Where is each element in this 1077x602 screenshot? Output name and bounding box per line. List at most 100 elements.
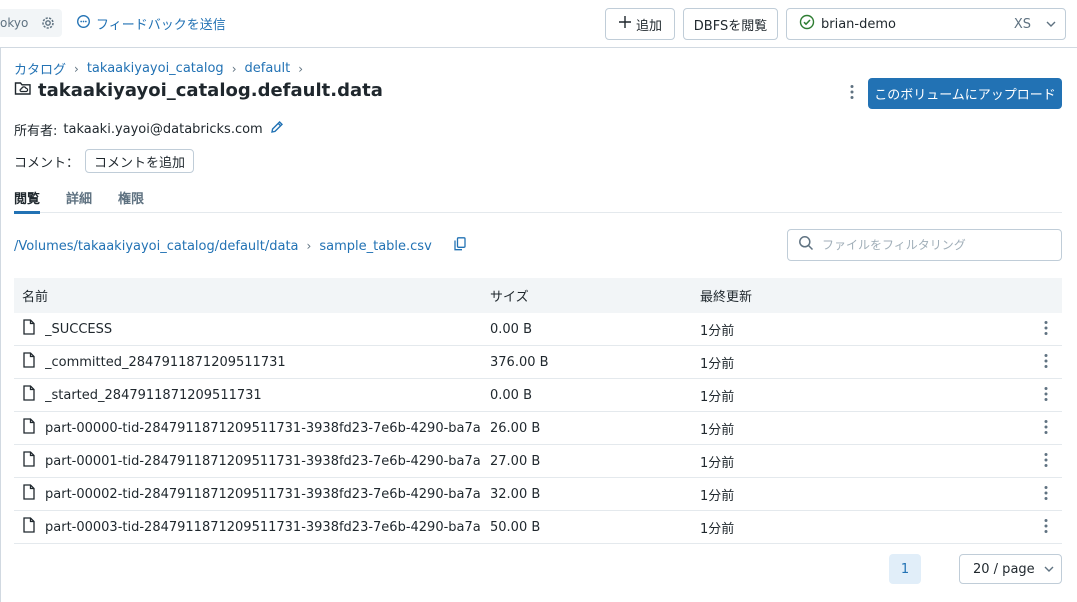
gear-icon[interactable] (40, 15, 56, 31)
add-label: 追加 (635, 18, 662, 34)
tab-permissions[interactable]: 権限 (118, 188, 144, 213)
row-actions-button[interactable] (1038, 453, 1054, 471)
file-name[interactable]: _SUCCESS (45, 322, 112, 337)
add-button[interactable]: 追加 (605, 8, 675, 40)
row-name-cell: part-00001-tid-2847911871209511731-3938f… (14, 451, 490, 471)
kebab-icon (1044, 320, 1048, 340)
file-modified: 1分前 (700, 521, 735, 537)
chevron-down-icon (1045, 18, 1057, 34)
plus-icon (618, 15, 632, 33)
table-row[interactable]: _started_2847911871209511731 0.00 B 1分前 (14, 379, 1062, 412)
kebab-icon (1044, 419, 1048, 439)
copy-icon[interactable] (454, 237, 466, 255)
breadcrumb-separator: › (298, 61, 304, 76)
kebab-icon (1044, 518, 1048, 538)
table-header: 名前 サイズ 最終更新 (14, 278, 1062, 313)
file-modified: 1分前 (700, 389, 735, 405)
kebab-icon (1044, 386, 1048, 406)
file-name[interactable]: part-00003-tid-2847911871209511731-3938f… (45, 520, 481, 535)
file-modified: 1分前 (700, 455, 735, 471)
more-actions-button[interactable] (842, 84, 862, 104)
table-row[interactable]: part-00000-tid-2847911871209511731-3938f… (14, 412, 1062, 445)
page-size-select[interactable]: 20 / page (959, 554, 1062, 584)
table-row[interactable]: part-00001-tid-2847911871209511731-3938f… (14, 445, 1062, 478)
kebab-icon (1044, 452, 1048, 472)
file-name[interactable]: _committed_2847911871209511731 (45, 355, 286, 370)
folder-cloud-icon (14, 80, 32, 101)
breadcrumb-item-catalog-name[interactable]: takaakiyayoi_catalog (87, 61, 224, 76)
cluster-size: XS (1013, 16, 1031, 32)
table-row[interactable]: _SUCCESS 0.00 B 1分前 (14, 313, 1062, 346)
row-actions-button[interactable] (1038, 387, 1054, 405)
tab-browse[interactable]: 閲覧 (14, 188, 41, 214)
kebab-icon (1044, 353, 1048, 373)
row-name-cell: _committed_2847911871209511731 (14, 352, 490, 372)
pencil-icon[interactable] (269, 119, 285, 139)
cluster-name: brian-demo (821, 16, 896, 32)
breadcrumb-separator: › (74, 61, 79, 76)
current-file-link[interactable]: sample_table.csv (319, 239, 431, 254)
upload-to-volume-button[interactable]: このボリュームにアップロード (868, 78, 1062, 109)
comment-label: コメント： (14, 155, 80, 171)
table-row[interactable]: _committed_2847911871209511731 376.00 B 1分… (14, 346, 1062, 379)
search-icon (798, 235, 814, 255)
row-name-cell: part-00002-tid-2847911871209511731-3938f… (14, 484, 490, 504)
file-size: 0.00 B (490, 387, 532, 403)
column-size[interactable]: サイズ (490, 286, 700, 305)
file-size: 0.00 B (490, 321, 532, 337)
filter-input[interactable] (822, 238, 1042, 252)
row-name-cell: _SUCCESS (14, 319, 490, 339)
cluster-selector[interactable]: brian-demo XS (786, 8, 1066, 40)
feedback-label: フィードバックを送信 (96, 18, 226, 33)
row-actions-button[interactable] (1038, 354, 1054, 372)
row-actions-button[interactable] (1038, 486, 1054, 504)
page-button-1[interactable]: 1 (889, 554, 921, 584)
file-icon (22, 418, 36, 438)
file-name[interactable]: part-00000-tid-2847911871209511731-3938f… (45, 421, 481, 436)
file-icon (22, 385, 36, 405)
volume-path-link[interactable]: /Volumes/takaakiyayoi_catalog/default/da… (14, 239, 299, 254)
file-size: 32.00 B (490, 486, 541, 502)
breadcrumb: カタログ › takaakiyayoi_catalog › default › (14, 59, 303, 78)
file-name[interactable]: part-00002-tid-2847911871209511731-3938f… (45, 487, 481, 502)
row-actions-button[interactable] (1038, 519, 1054, 537)
file-icon (22, 517, 36, 537)
file-name[interactable]: part-00001-tid-2847911871209511731-3938f… (45, 454, 481, 469)
file-icon (22, 451, 36, 471)
page-title-text: takaakiyayoi_catalog.default.data (38, 80, 383, 101)
workspace-selector[interactable]: okyo (0, 9, 62, 37)
column-name[interactable]: 名前 (14, 286, 490, 305)
file-filter (787, 229, 1062, 261)
file-icon (22, 484, 36, 504)
page-size-label: 20 / page (973, 561, 1035, 577)
file-modified: 1分前 (700, 323, 735, 339)
table-row[interactable]: part-00002-tid-2847911871209511731-3938f… (14, 478, 1062, 511)
breadcrumb-separator: › (231, 61, 237, 76)
add-comment-button[interactable]: コメントを追加 (85, 149, 195, 173)
row-actions-button[interactable] (1038, 321, 1054, 339)
breadcrumb-item-catalog[interactable]: カタログ (14, 59, 66, 78)
row-name-cell: part-00000-tid-2847911871209511731-3938f… (14, 418, 490, 438)
column-modified[interactable]: 最終更新 (700, 286, 1000, 305)
file-modified: 1分前 (700, 488, 735, 504)
file-icon (22, 319, 36, 339)
row-name-cell: _started_2847911871209511731 (14, 385, 490, 405)
file-size: 26.00 B (490, 420, 541, 436)
owner-value: takaaki.yayoi@databricks.com (63, 121, 263, 137)
check-circle-icon (799, 14, 815, 34)
chat-bubble-icon (76, 14, 91, 33)
kebab-icon (850, 84, 854, 104)
file-size: 50.00 B (490, 519, 541, 535)
file-name[interactable]: _started_2847911871209511731 (45, 388, 262, 403)
dbfs-browse-button[interactable]: DBFSを閲覧 (683, 8, 778, 40)
file-modified: 1分前 (700, 356, 735, 372)
tab-details[interactable]: 詳細 (66, 188, 92, 213)
row-actions-button[interactable] (1038, 420, 1054, 438)
comment-row: コメント： コメントを追加 (14, 149, 195, 173)
table-row[interactable]: part-00003-tid-2847911871209511731-3938f… (14, 511, 1062, 544)
feedback-link[interactable]: フィードバックを送信 (76, 14, 226, 33)
breadcrumb-item-schema[interactable]: default (245, 61, 291, 76)
file-path: /Volumes/takaakiyayoi_catalog/default/da… (14, 237, 466, 255)
file-table: 名前 サイズ 最終更新 _SUCCESS 0.00 B 1分前 _committed_… (14, 278, 1062, 544)
tab-bar: 閲覧 詳細 権限 (14, 188, 1062, 214)
